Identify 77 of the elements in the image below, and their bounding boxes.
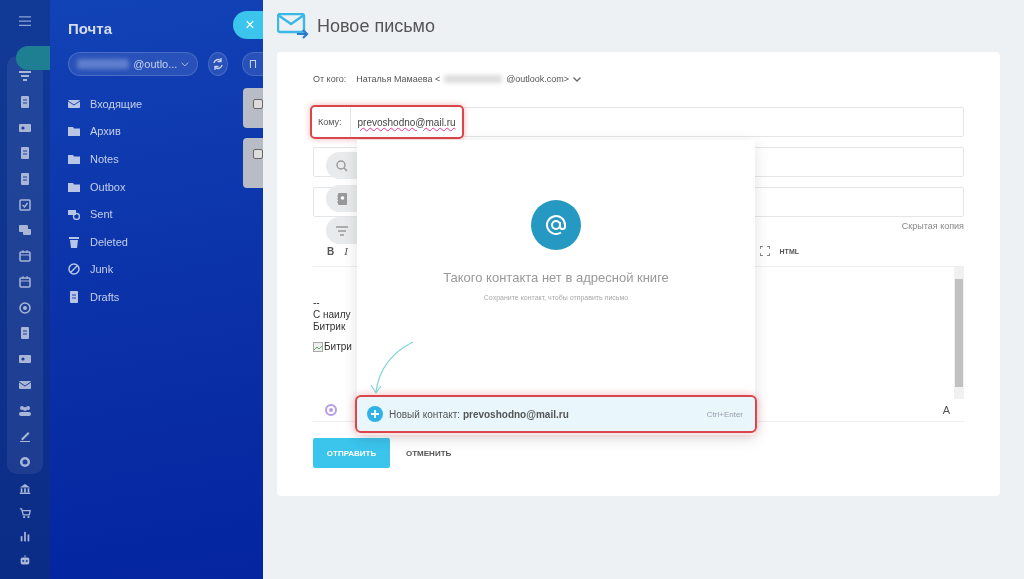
caret-icon [181, 61, 189, 67]
folder-item[interactable]: Архив [90, 125, 121, 138]
image-alt-text: Битри [324, 341, 352, 352]
panel-title: Почта [68, 20, 112, 37]
bold-button[interactable]: B [327, 245, 335, 257]
pen-icon[interactable] [19, 429, 31, 442]
shortcut-hint: Ctrl+Enter [706, 409, 743, 419]
cancel-button[interactable]: ОТМЕНИТЬ [400, 447, 458, 459]
filter-icon [336, 225, 348, 236]
envelope-icon [277, 13, 309, 39]
at-sign-icon [531, 200, 581, 250]
card-icon[interactable] [19, 352, 31, 365]
people-icon[interactable] [19, 404, 31, 417]
card-icon[interactable] [19, 121, 31, 134]
block-icon [68, 263, 80, 276]
menu-icon[interactable] [18, 16, 32, 27]
doc-icon[interactable] [19, 173, 31, 186]
mail-icon[interactable] [19, 378, 31, 391]
caret-icon[interactable] [573, 76, 582, 82]
calendar-icon[interactable] [19, 275, 31, 288]
body-text: С наилу [313, 309, 351, 321]
filter-icon[interactable] [19, 70, 31, 83]
from-label: От кого: [313, 74, 347, 84]
scrollbar[interactable] [954, 267, 964, 399]
message-card[interactable] [243, 138, 263, 188]
bars-icon[interactable] [19, 531, 31, 542]
curved-arrow [369, 340, 415, 396]
doc-icon[interactable] [19, 147, 31, 160]
sender-name: Наталья Мамаева < [356, 74, 441, 84]
recipient-label: Кому: [318, 107, 351, 137]
body-text: Битрик [313, 321, 346, 333]
folder-item[interactable]: Outbox [90, 180, 126, 193]
sender-email: @outlook.com> [506, 74, 570, 84]
folder-item[interactable]: Junk [90, 263, 114, 276]
font-button[interactable]: A [942, 404, 950, 416]
refresh-button[interactable] [208, 52, 229, 76]
address-book-icon [336, 192, 348, 205]
chat-icon[interactable] [19, 224, 31, 237]
folder-icon [68, 153, 80, 165]
filter-button[interactable]: П [242, 52, 263, 76]
new-contact-option[interactable]: Новый контакт: prevoshodno@mail.ru Ctrl+Enter [355, 395, 757, 433]
doc-icon[interactable] [19, 96, 31, 109]
italic-button[interactable]: I [344, 245, 348, 257]
folder-item[interactable]: Входящие [90, 97, 143, 110]
redacted-text [77, 59, 130, 69]
trash-icon [68, 235, 80, 248]
folder-icon [68, 125, 80, 138]
broken-image-icon [313, 341, 323, 352]
plus-icon [367, 406, 383, 422]
calendar-icon[interactable] [19, 250, 31, 263]
compose-title: Новое письмо [317, 15, 435, 37]
cart-icon[interactable] [19, 507, 31, 518]
envelope-icon [68, 97, 80, 110]
popup-message: Такого контакта нет в адресной книге [443, 270, 669, 285]
folder-item[interactable]: Drafts [90, 290, 120, 303]
recipient-field[interactable]: Кому: prevoshodno@mail.ru [313, 107, 964, 137]
bank-icon[interactable] [19, 483, 31, 494]
fullscreen-icon[interactable] [759, 246, 770, 256]
folder-item[interactable]: Deleted [90, 235, 128, 248]
message-card[interactable] [243, 88, 263, 128]
refresh-icon [212, 58, 225, 70]
bcc-link[interactable]: Скрытая копия [901, 221, 964, 235]
recipient-value: prevoshodno@mail.ru [356, 116, 456, 128]
search-icon [336, 159, 348, 172]
check-icon[interactable] [19, 198, 31, 211]
target-icon[interactable] [19, 301, 31, 314]
body-text: -- [313, 297, 320, 309]
redacted-text [444, 75, 503, 83]
document-icon [68, 290, 80, 303]
doc-icon[interactable] [19, 327, 31, 340]
folder-item[interactable]: Sent [90, 208, 113, 221]
folder-item[interactable]: Notes [90, 153, 119, 165]
robot-icon[interactable] [19, 555, 31, 566]
sent-icon [68, 208, 80, 221]
folder-icon [68, 180, 80, 193]
account-dropdown[interactable]: @outlo... [68, 52, 198, 76]
circle-icon[interactable] [19, 455, 31, 468]
